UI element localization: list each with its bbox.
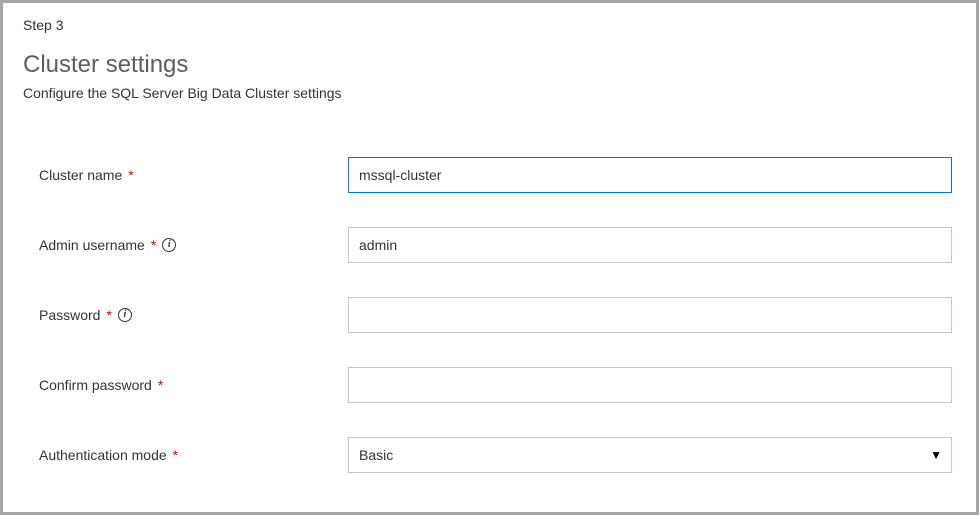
required-asterisk: * <box>128 167 133 183</box>
password-input[interactable] <box>348 297 952 333</box>
admin-username-input[interactable] <box>348 227 952 263</box>
auth-mode-select[interactable]: Basic ▼ <box>348 437 952 473</box>
label-cluster-name: Cluster name * <box>23 167 348 183</box>
row-admin-username: Admin username * i <box>23 227 956 263</box>
page-subtitle: Configure the SQL Server Big Data Cluste… <box>23 85 956 101</box>
label-password: Password * i <box>23 307 348 323</box>
label-auth-mode-text: Authentication mode <box>39 447 167 463</box>
label-confirm-password-text: Confirm password <box>39 377 152 393</box>
required-asterisk: * <box>173 447 178 463</box>
label-password-text: Password <box>39 307 100 323</box>
info-icon[interactable]: i <box>162 238 176 252</box>
row-password: Password * i <box>23 297 956 333</box>
row-confirm-password: Confirm password * <box>23 367 956 403</box>
label-admin-username: Admin username * i <box>23 237 348 253</box>
auth-mode-value: Basic <box>359 447 393 463</box>
required-asterisk: * <box>158 377 163 393</box>
label-admin-username-text: Admin username <box>39 237 145 253</box>
info-icon[interactable]: i <box>118 308 132 322</box>
row-cluster-name: Cluster name * <box>23 157 956 193</box>
label-cluster-name-text: Cluster name <box>39 167 122 183</box>
confirm-password-input[interactable] <box>348 367 952 403</box>
label-auth-mode: Authentication mode * <box>23 447 348 463</box>
required-asterisk: * <box>106 307 111 323</box>
page-title: Cluster settings <box>23 51 956 79</box>
step-label: Step 3 <box>23 17 956 33</box>
row-auth-mode: Authentication mode * Basic ▼ <box>23 437 956 473</box>
label-confirm-password: Confirm password * <box>23 377 348 393</box>
cluster-name-input[interactable] <box>348 157 952 193</box>
required-asterisk: * <box>151 237 156 253</box>
